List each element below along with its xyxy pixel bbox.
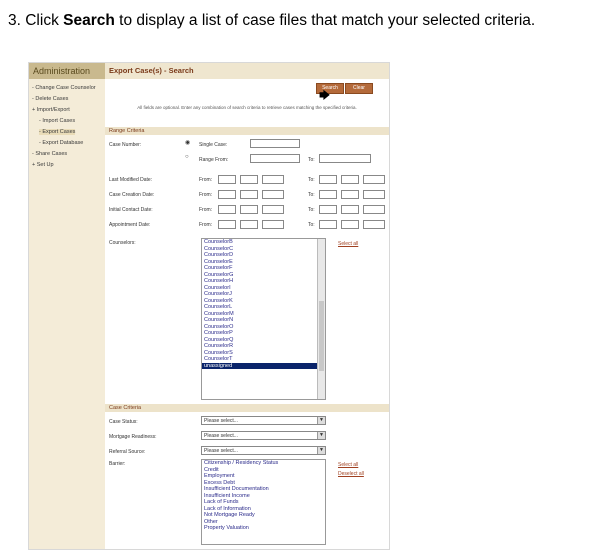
- last-modified-date-from-day[interactable]: [240, 175, 258, 184]
- last-modified-date-to-day[interactable]: [341, 175, 359, 184]
- case-creation-date-to-year[interactable]: [363, 190, 385, 199]
- last-modified-date-to-year[interactable]: [363, 175, 385, 184]
- initial-contact-date-from-year[interactable]: [262, 205, 284, 214]
- last-modified-date-from-label: From:: [199, 177, 213, 183]
- sidebar-item-import-cases[interactable]: - Import Cases: [39, 118, 75, 124]
- counselor-items: CounselorB CounselorC CounselorD CounselorE…: [202, 239, 325, 369]
- appointment-date-from-year[interactable]: [262, 220, 284, 229]
- last-modified-date-label: Last Modified Date:: [109, 177, 153, 183]
- counselors-label: Counselors:: [109, 240, 136, 246]
- initial-contact-date-to-month[interactable]: [319, 205, 337, 214]
- last-modified-date-from-year[interactable]: [262, 175, 284, 184]
- appointment-date-to-year[interactable]: [363, 220, 385, 229]
- appointment-date-to-day[interactable]: [341, 220, 359, 229]
- mortgage-readiness-select[interactable]: Please select... ▼: [201, 431, 326, 440]
- referral-source-label: Referral Source:: [109, 449, 146, 455]
- sidebar-item-export-cases[interactable]: - Export Cases: [39, 129, 76, 135]
- sidebar-item-share-cases[interactable]: - Share Cases: [32, 151, 67, 157]
- single-case-label: Single Case:: [199, 142, 228, 148]
- appointment-date-to-month[interactable]: [319, 220, 337, 229]
- counselors-scroll-thumb[interactable]: [319, 301, 324, 371]
- appointment-date-from-month[interactable]: [218, 220, 236, 229]
- initial-contact-date-from-day[interactable]: [240, 205, 258, 214]
- case-creation-date-from-label: From:: [199, 192, 213, 198]
- initial-contact-date-to-year[interactable]: [363, 205, 385, 214]
- barrier-deselect-all-link[interactable]: Deselect all: [338, 471, 364, 477]
- last-modified-date-from-month[interactable]: [218, 175, 236, 184]
- instructions-note: All fields are optional. Enter any combi…: [137, 105, 357, 110]
- chevron-down-icon: ▼: [317, 447, 325, 454]
- sidebar-title: Administration: [29, 63, 105, 79]
- barrier-items: Citizenship / Residency Status Credit Empl…: [202, 460, 325, 532]
- appointment-date-from-day[interactable]: [240, 220, 258, 229]
- sidebar-item-set-up[interactable]: + Set Up: [32, 162, 54, 168]
- range-from-input[interactable]: [250, 154, 300, 163]
- single-case-radio[interactable]: ◉: [185, 139, 190, 146]
- mortgage-readiness-label: Mortgage Readiness:: [109, 434, 157, 440]
- sidebar: Administration - Change Case Counselor -…: [29, 63, 105, 549]
- initial-contact-date-to-day[interactable]: [341, 205, 359, 214]
- sidebar-item-change-case-counselor[interactable]: - Change Case Counselor: [32, 85, 96, 91]
- sidebar-item-delete-cases[interactable]: - Delete Cases: [32, 96, 68, 102]
- barrier-label: Barrier:: [109, 461, 126, 467]
- case-status-label: Case Status:: [109, 419, 138, 425]
- range-to-input[interactable]: [319, 154, 371, 163]
- case-creation-date-to-label: To:: [308, 192, 315, 198]
- case-creation-date-label: Case Creation Date:: [109, 192, 155, 198]
- case-creation-date-to-day[interactable]: [341, 190, 359, 199]
- initial-contact-date-label: Initial Contact Date:: [109, 207, 153, 213]
- counselors-scrollbar[interactable]: [317, 239, 325, 399]
- counselors-listbox[interactable]: CounselorB CounselorC CounselorD CounselorE…: [201, 238, 326, 400]
- range-to-label: To:: [308, 157, 315, 163]
- initial-contact-date-from-label: From:: [199, 207, 213, 213]
- instruction-bold: Search: [63, 12, 115, 29]
- barrier-listbox[interactable]: Citizenship / Residency Status Credit Empl…: [201, 459, 326, 545]
- appointment-date-from-label: From:: [199, 222, 213, 228]
- case-creation-date-from-year[interactable]: [262, 190, 284, 199]
- range-from-radio[interactable]: ○: [185, 154, 189, 160]
- sidebar-item-export-database[interactable]: - Export Database: [39, 140, 83, 146]
- main-panel: Export Case(s) - Search Search Clear 🡆 A…: [105, 63, 389, 549]
- single-case-input[interactable]: [250, 139, 300, 148]
- counselor-option[interactable]: unassigned: [202, 362, 325, 369]
- sidebar-item-import-export[interactable]: + Import/Export: [32, 107, 70, 113]
- mouse-cursor-icon: 🡆: [319, 90, 331, 102]
- chevron-down-icon: ▼: [317, 417, 325, 424]
- range-criteria-header: Range Criteria: [105, 127, 389, 135]
- case-criteria-header: Case Criteria: [105, 404, 389, 412]
- referral-source-select[interactable]: Please select... ▼: [201, 446, 326, 455]
- chevron-down-icon: ▼: [317, 432, 325, 439]
- range-from-label: Range From:: [199, 157, 229, 163]
- barrier-select-all-link[interactable]: Select all: [338, 462, 358, 468]
- case-creation-date-from-day[interactable]: [240, 190, 258, 199]
- case-number-label: Case Number:: [109, 142, 142, 148]
- counselors-select-all-link[interactable]: Select all: [338, 241, 358, 247]
- case-creation-date-to-month[interactable]: [319, 190, 337, 199]
- clear-button[interactable]: Clear: [345, 83, 373, 94]
- instruction-text: 3. Click Search to display a list of cas…: [8, 12, 536, 29]
- appointment-date-to-label: To:: [308, 222, 315, 228]
- initial-contact-date-from-month[interactable]: [218, 205, 236, 214]
- barrier-option[interactable]: Property Valuation: [202, 525, 325, 532]
- app-screenshot: Administration - Change Case Counselor -…: [28, 62, 390, 550]
- appointment-date-label: Appointment Date:: [109, 222, 151, 228]
- last-modified-date-to-label: To:: [308, 177, 315, 183]
- initial-contact-date-to-label: To:: [308, 207, 315, 213]
- last-modified-date-to-month[interactable]: [319, 175, 337, 184]
- case-creation-date-from-month[interactable]: [218, 190, 236, 199]
- page-title: Export Case(s) - Search: [105, 63, 389, 79]
- case-status-select[interactable]: Please select... ▼: [201, 416, 326, 425]
